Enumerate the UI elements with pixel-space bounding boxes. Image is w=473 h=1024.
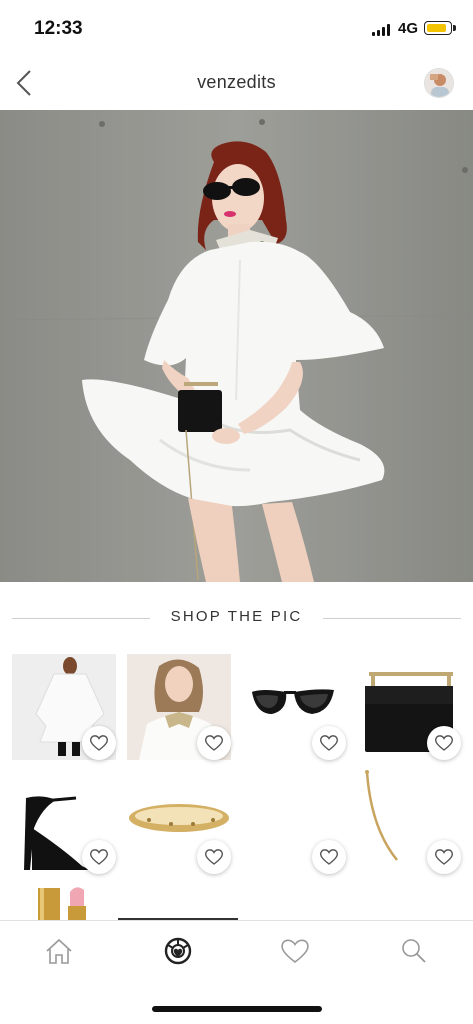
- heart-outline-icon[interactable]: [197, 726, 231, 760]
- product-grid: [0, 650, 473, 920]
- hero-photo[interactable]: [0, 110, 473, 582]
- status-time: 12:33: [34, 18, 83, 39]
- profile-avatar[interactable]: [424, 68, 454, 98]
- product-embellished-collar-top[interactable]: [127, 654, 231, 760]
- shop-camera-icon[interactable]: [160, 933, 196, 969]
- heart-outline-icon[interactable]: [427, 840, 461, 874]
- bottom-nav: [0, 921, 473, 981]
- heart-icon[interactable]: [277, 933, 313, 969]
- home-icon[interactable]: [41, 933, 77, 969]
- divider-right: [323, 618, 461, 619]
- product-white-ruffle-dress[interactable]: [12, 654, 116, 760]
- section-title: SHOP THE PIC: [170, 608, 303, 625]
- heart-outline-icon[interactable]: [82, 726, 116, 760]
- heart-outline-icon[interactable]: [197, 840, 231, 874]
- product-pink-lipstick[interactable]: [12, 882, 116, 920]
- product-no-image[interactable]: [242, 768, 346, 874]
- product-gold-love-bracelet[interactable]: [127, 768, 231, 874]
- cellular-signal-icon: [372, 24, 392, 36]
- network-type: 4G: [398, 20, 419, 37]
- product-black-cat-eye-sunglasses[interactable]: [242, 654, 346, 760]
- home-indicator[interactable]: [152, 1006, 322, 1012]
- product-image: [12, 882, 116, 920]
- heart-outline-icon[interactable]: [312, 726, 346, 760]
- heart-outline-icon[interactable]: [82, 840, 116, 874]
- heart-outline-icon[interactable]: [312, 840, 346, 874]
- product-black-mini-handbag[interactable]: [357, 654, 461, 760]
- battery-icon: [424, 21, 456, 35]
- page-title: venzedits: [197, 72, 276, 92]
- status-bar: 12:33 4G: [0, 0, 473, 58]
- heart-outline-icon[interactable]: [427, 726, 461, 760]
- top-header: venzedits: [0, 58, 473, 110]
- product-black-strappy-sandals[interactable]: [12, 768, 116, 874]
- shop-the-pic-header: SHOP THE PIC: [12, 600, 461, 636]
- product-gold-bar-earring[interactable]: [357, 768, 461, 874]
- search-icon[interactable]: [396, 933, 432, 969]
